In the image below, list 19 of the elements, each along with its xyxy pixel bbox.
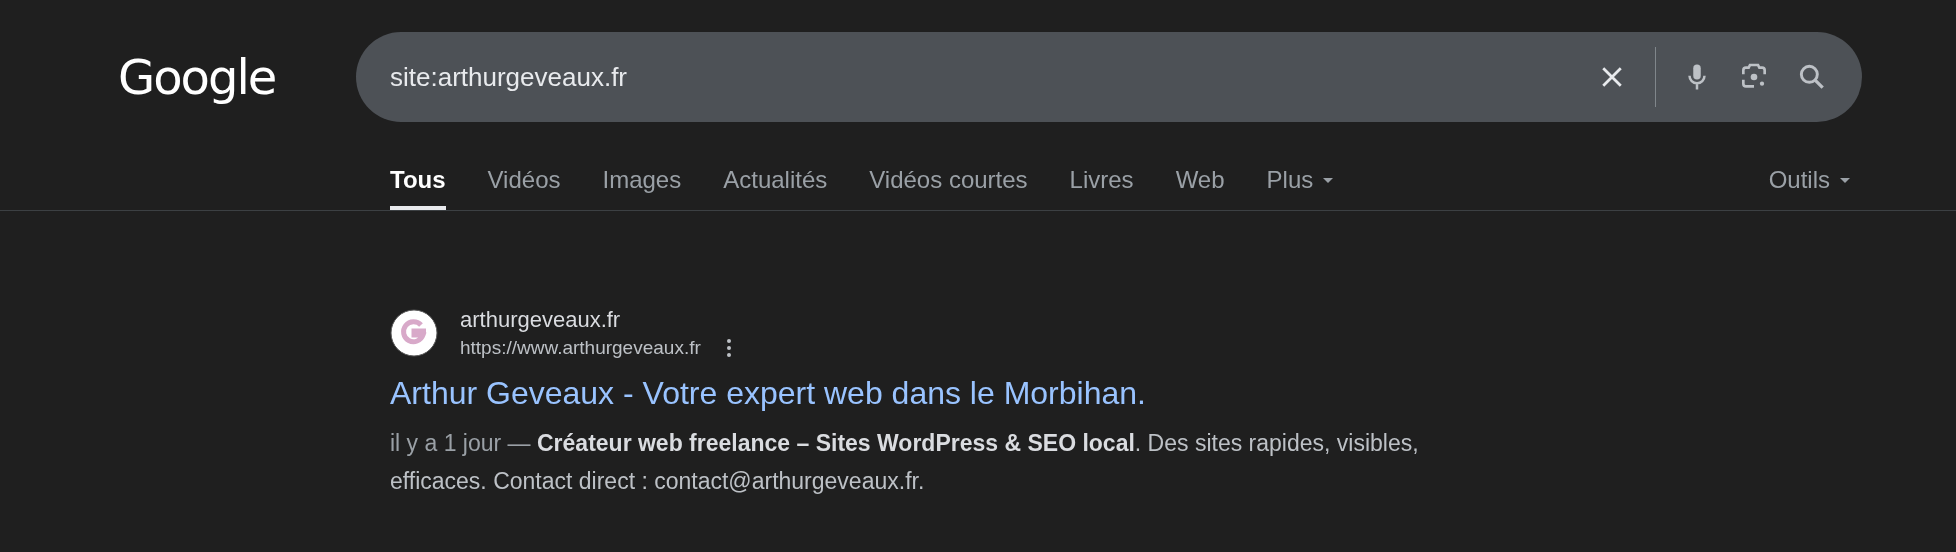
tab[interactable]: Actualités [723,158,828,210]
tab[interactable]: Livres [1069,158,1134,210]
search-field[interactable]: site:arthurgeveaux.fr [390,61,1571,93]
tab[interactable]: Tous [390,158,446,210]
tools-button[interactable]: Outils [1768,158,1850,210]
tab[interactable]: Web [1175,158,1225,210]
tab[interactable]: Plus [1266,158,1334,210]
search-bar[interactable]: site:arthurgeveaux.fr [356,32,1862,122]
site-favicon-icon [390,309,438,357]
result-snippet: il y a 1 jour — Créateur web freelance – Sites WordPress & SEO local. Des sites rapides, visibles, efficaces. Contact direct : contact@arthurgeveaux.fr. [390,429,1420,496]
result-url[interactable]: https://www.arthurgeveaux.fr [460,337,701,359]
more-options-icon[interactable] [726,339,731,357]
tab[interactable]: Vidéos [487,158,561,210]
caret-icon [1840,178,1850,183]
google-logo[interactable]: Google [118,49,278,105]
tab[interactable]: Images [602,158,682,210]
result-title-link[interactable]: Arthur Geveaux - Votre expert web dans le Morbihan. [390,375,1956,412]
site-name[interactable]: arthurgeveaux.fr [460,307,731,333]
tab[interactable]: Vidéos courtes [869,158,1028,210]
